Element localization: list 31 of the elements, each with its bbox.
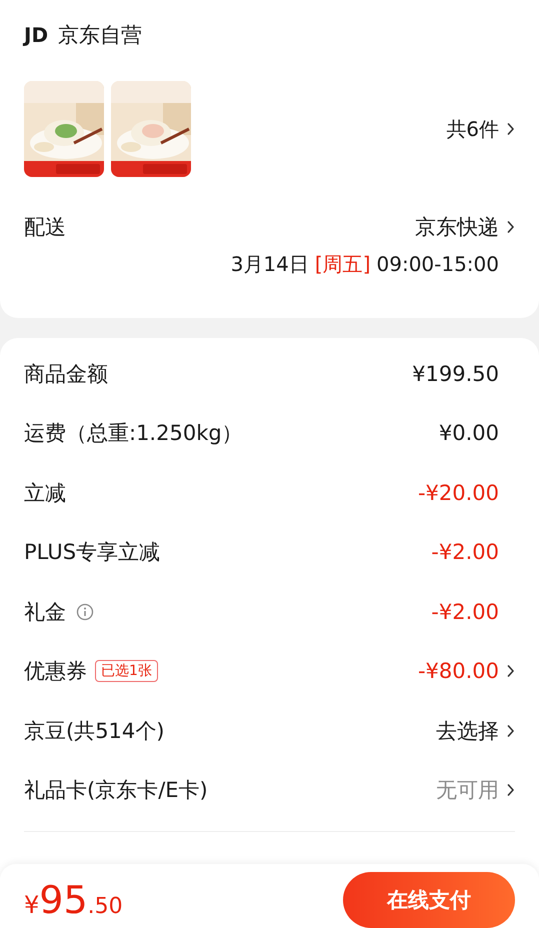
- fee-label: 立减: [24, 480, 66, 507]
- chevron-icon: [507, 220, 515, 234]
- item-count-link[interactable]: 共6件: [446, 116, 515, 142]
- chevron-icon: [507, 783, 515, 798]
- chevron-icon: [507, 122, 515, 136]
- fee-label: 优惠券: [24, 658, 87, 686]
- fee-label: 运费（总重:1.250kg）: [24, 420, 243, 448]
- delivery-weekday: [周五]: [314, 250, 370, 278]
- fee-label: 礼金: [24, 598, 66, 626]
- chevron-icon: [507, 664, 515, 678]
- fee-value: -¥2.00: [431, 600, 499, 624]
- delivery-method-link[interactable]: 京东快递: [415, 213, 515, 241]
- fee-label: 商品金额: [24, 360, 108, 388]
- fee-value: ¥0.00: [438, 421, 499, 446]
- delivery-label: 配送: [24, 214, 66, 241]
- selected-coupon-badge: 已选1张: [95, 660, 158, 682]
- store-name: 京东自营: [58, 22, 142, 49]
- fee-label: PLUS专享立减: [24, 539, 160, 566]
- info-icon[interactable]: [76, 602, 94, 621]
- chevron-icon: [507, 724, 515, 738]
- fee-value: -¥2.00: [431, 540, 499, 564]
- fee-value-link[interactable]: 去选择: [436, 716, 515, 745]
- fee-value: ¥199.50: [412, 362, 499, 386]
- jd-logo: JD: [24, 23, 48, 47]
- delivery-time: 09:00-15:00: [376, 252, 499, 276]
- total-price: ¥95.50: [24, 878, 123, 922]
- fee-label: 礼品卡(京东卡/E卡): [24, 777, 208, 804]
- delivery-date: 3月14日: [230, 250, 309, 278]
- fee-value: -¥20.00: [418, 480, 499, 505]
- fee-value-link[interactable]: -¥80.00: [418, 659, 515, 684]
- fee-label: 京豆(共514个): [24, 718, 164, 745]
